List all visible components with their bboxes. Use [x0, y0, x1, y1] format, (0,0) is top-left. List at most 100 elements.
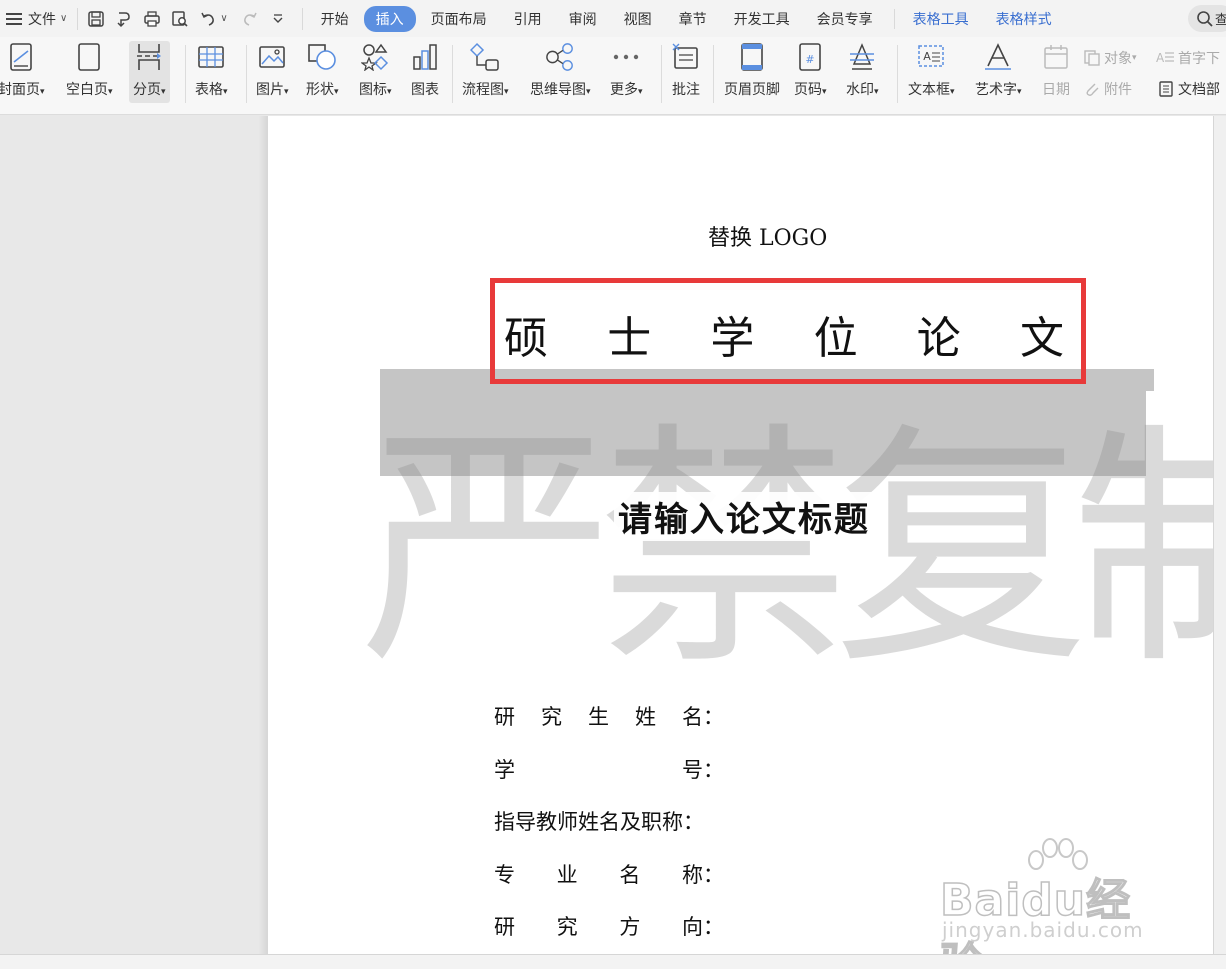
baidu-url-text: jingyan.baidu.com: [942, 918, 1144, 942]
search-label: 查: [1215, 13, 1226, 28]
header-footer-button[interactable]: 页眉页脚: [724, 41, 780, 99]
svg-text:#: #: [806, 53, 815, 66]
table-selection-edge: [1144, 369, 1154, 391]
icons-gallery-icon: [361, 43, 389, 71]
tab-view[interactable]: 视图: [612, 6, 664, 32]
picture-button[interactable]: 图片▾: [256, 41, 289, 99]
degree-char: 硕: [504, 313, 548, 364]
tab-table-style[interactable]: 表格样式: [984, 6, 1064, 32]
date-label: 日期: [1042, 82, 1070, 98]
customize-toolbar-icon[interactable]: [268, 9, 288, 29]
tab-developer[interactable]: 开发工具: [722, 6, 802, 32]
page-break-button[interactable]: 分页▾: [129, 41, 170, 103]
search-icon: [1197, 10, 1213, 27]
status-bar: [0, 954, 1226, 969]
ribbon-tabs: 开始 插入 页面布局 引用 审阅 视图 章节 开发工具 会员专享 表格工具 表格…: [301, 5, 1067, 32]
field-major[interactable]: 专 业 名 称：: [494, 859, 724, 889]
more-button[interactable]: 更多▾: [610, 41, 643, 99]
mindmap-label: 思维导图▾: [530, 82, 591, 98]
field-advisor[interactable]: 指导教师姓名及职称：: [494, 806, 724, 836]
comment-icon: [672, 43, 698, 69]
tab-member[interactable]: 会员专享: [805, 6, 885, 32]
doc-parts-icon: [1159, 81, 1173, 97]
save-icon[interactable]: [86, 9, 106, 29]
date-button[interactable]: 日期: [1041, 41, 1071, 99]
tab-page-layout[interactable]: 页面布局: [419, 6, 499, 32]
divider: [452, 45, 453, 103]
search-button[interactable]: 查: [1188, 5, 1226, 32]
degree-char: 学: [710, 313, 755, 364]
table-icon: [198, 46, 225, 68]
attachment-button[interactable]: 附件: [1083, 79, 1132, 99]
watermark-icon: [850, 43, 875, 70]
divider: [713, 45, 714, 103]
wordart-button[interactable]: 艺术字▾: [975, 41, 1022, 99]
chart-label: 图表: [411, 82, 439, 98]
tab-insert[interactable]: 插入: [363, 5, 416, 32]
watermark-button[interactable]: 水印▾: [846, 41, 879, 99]
degree-char: 位: [813, 313, 858, 364]
document-watermark: 严禁复制: [360, 402, 1213, 699]
table-label: 表格▾: [195, 82, 228, 98]
cover-page-icon: [10, 43, 33, 71]
page-number-button[interactable]: # 页码▾: [794, 41, 827, 99]
divider: [661, 45, 662, 103]
menu-bar: 文件 ∨ ∨ 开始 插入 页面布局 引用 审阅 视图 章节 开发工具 会员专享 …: [0, 0, 1226, 37]
logo-placeholder[interactable]: 替换 LOGO: [708, 220, 827, 252]
header-footer-icon: [741, 43, 763, 71]
tab-references[interactable]: 引用: [502, 6, 554, 32]
redo-icon[interactable]: [240, 9, 260, 29]
mindmap-icon: [546, 43, 574, 71]
shape-label: 形状▾: [306, 82, 339, 98]
mindmap-button[interactable]: 思维导图▾: [530, 41, 591, 99]
flowchart-label: 流程图▾: [462, 82, 509, 98]
comment-button[interactable]: 批注: [671, 41, 701, 99]
thesis-title[interactable]: 请输入论文标题: [614, 492, 874, 541]
page-number-label: 页码▾: [794, 82, 827, 98]
blank-page-label: 空白页▾: [66, 82, 113, 98]
header-footer-label: 页眉页脚: [724, 82, 780, 98]
textbox-button[interactable]: A 文本框▾: [908, 41, 955, 99]
document-page[interactable]: 替换 LOGO 硕 士 学 位 论 文 严禁复制 请输入论文标题 研 究 生 姓…: [268, 116, 1213, 954]
object-icon: [1084, 50, 1100, 66]
chevron-down-icon[interactable]: ∨: [60, 13, 67, 24]
tab-chapter[interactable]: 章节: [667, 6, 719, 32]
navigation-pane: [0, 116, 266, 954]
field-research-direction[interactable]: 研 究 方 向：: [494, 911, 724, 941]
textbox-label: 文本框▾: [908, 82, 955, 98]
undo-dropdown-icon[interactable]: ∨: [220, 13, 227, 24]
baidu-jingyan-watermark: Baidu经验 jingyan.baidu.com: [939, 838, 1170, 969]
print-preview-icon[interactable]: [170, 9, 190, 29]
page-break-icon: [137, 44, 162, 70]
more-icon: [614, 54, 639, 60]
field-student-id[interactable]: 学 号：: [494, 754, 724, 784]
table-button[interactable]: 表格▾: [195, 41, 228, 99]
watermark-label: 水印▾: [846, 82, 879, 98]
chart-button[interactable]: 图表: [410, 41, 440, 99]
dropcap-button[interactable]: A 首字下: [1155, 48, 1220, 68]
tab-start[interactable]: 开始: [309, 6, 361, 32]
file-menu[interactable]: 文件: [28, 9, 56, 29]
cover-page-button[interactable]: 封面页▾: [0, 41, 45, 99]
page-break-label: 分页▾: [133, 82, 166, 98]
shape-button[interactable]: 形状▾: [306, 41, 339, 99]
degree-char: 文: [1019, 313, 1064, 364]
undo-icon[interactable]: [198, 9, 218, 29]
object-button[interactable]: 对象 ▾: [1083, 48, 1137, 68]
field-student-name[interactable]: 研 究 生 姓 名：: [494, 701, 724, 731]
menu-icon[interactable]: [6, 12, 22, 25]
export-icon[interactable]: [114, 9, 134, 29]
tab-table-tools[interactable]: 表格工具: [901, 6, 981, 32]
print-icon[interactable]: [142, 9, 162, 29]
tab-review[interactable]: 审阅: [557, 6, 609, 32]
more-label: 更多▾: [610, 82, 643, 98]
picture-label: 图片▾: [256, 82, 289, 98]
svg-text:A: A: [1156, 51, 1165, 65]
degree-title[interactable]: 硕 士 学 位 论 文: [504, 302, 1064, 366]
icon-button[interactable]: 图标▾: [359, 41, 392, 99]
textbox-icon: A: [918, 45, 945, 67]
degree-char: 论: [916, 313, 961, 364]
blank-page-button[interactable]: 空白页▾: [66, 41, 113, 99]
doc-parts-button[interactable]: 文档部: [1158, 79, 1220, 99]
flowchart-button[interactable]: 流程图▾: [462, 41, 509, 99]
